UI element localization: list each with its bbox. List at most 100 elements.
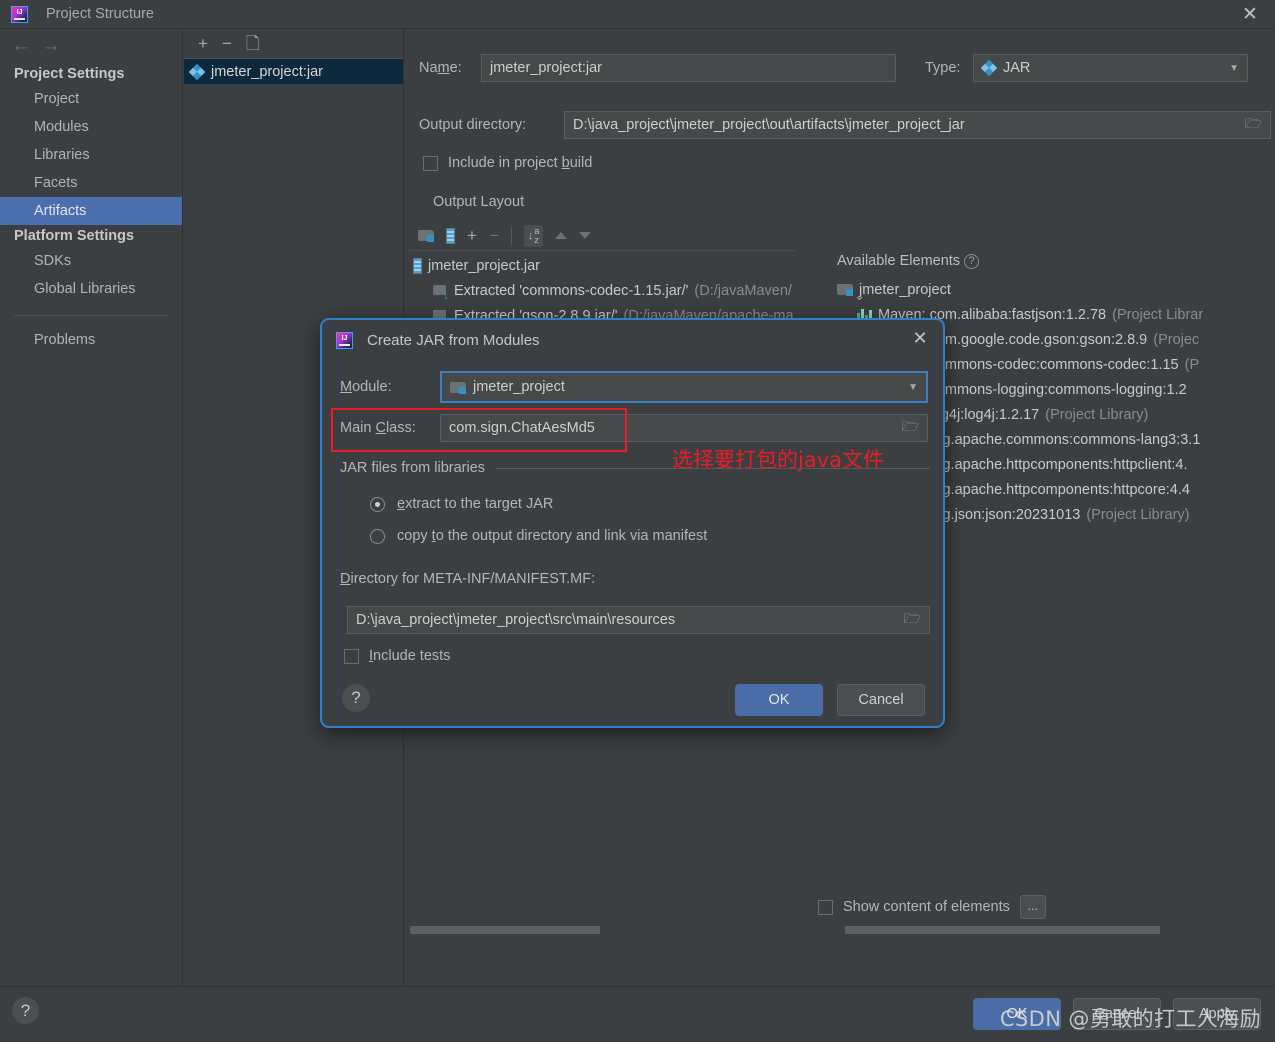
module-folder-icon xyxy=(837,283,853,296)
list-item-label: jmeter_project xyxy=(859,281,951,298)
archive-icon[interactable] xyxy=(446,227,455,244)
sidebar-item-sdks[interactable]: SDKs xyxy=(0,247,182,275)
radio-copy-label: copy to the output directory and link vi… xyxy=(397,528,708,544)
type-dropdown[interactable]: JAR ▼ xyxy=(973,54,1248,82)
dialog-cancel-button[interactable]: Cancel xyxy=(837,684,925,716)
dialog-buttons: OK Cancel xyxy=(735,684,925,716)
jar-files-group-label: JAR files from libraries xyxy=(340,460,486,476)
add-artifact-button[interactable]: + xyxy=(198,35,208,52)
module-row: Module: jmeter_project ▼ xyxy=(340,371,928,403)
main-class-value: com.sign.ChatAesMd5 xyxy=(449,420,595,436)
arrow-left-icon[interactable]: ← xyxy=(6,33,36,59)
sidebar-group-platform-settings: Platform Settings xyxy=(14,228,135,244)
show-content-checkbox[interactable] xyxy=(818,899,833,915)
dialog-title: Create JAR from Modules xyxy=(367,331,540,349)
list-item[interactable]: jmeter_project:jar xyxy=(184,59,403,84)
output-layout-tree: jmeter_project.jar Extracted 'commons-co… xyxy=(413,253,813,328)
sidebar-nav-arrows: ← → xyxy=(0,29,182,63)
sidebar-item-facets[interactable]: Facets xyxy=(0,169,182,197)
group-divider xyxy=(495,467,930,469)
sidebar-item-problems[interactable]: Problems xyxy=(0,326,182,354)
close-icon[interactable]: ✕ xyxy=(1239,4,1261,26)
intellij-idea-logo-icon xyxy=(11,5,28,23)
output-layout-label: Output Layout xyxy=(433,194,525,210)
manifest-directory-input[interactable]: D:\java_project\jmeter_project\src\main\… xyxy=(347,606,930,634)
available-elements-header: Available Elements ? xyxy=(837,253,980,269)
type-label: Type: xyxy=(925,60,961,76)
artifacts-toolbar: + − 🗋 xyxy=(184,29,403,59)
include-in-build-label: Include in project build xyxy=(448,155,593,171)
triangle-down-icon xyxy=(579,232,592,239)
include-tests-checkbox[interactable] xyxy=(344,648,359,664)
more-options-button[interactable]: ... xyxy=(1019,895,1046,919)
create-jar-from-modules-dialog: Create JAR from Modules ✕ Module: jmeter… xyxy=(320,318,945,728)
main-class-input[interactable]: com.sign.ChatAesMd5 🗁 xyxy=(440,414,928,442)
radio-extract-to-target-jar[interactable] xyxy=(370,496,385,512)
help-circle-icon[interactable]: ? xyxy=(342,684,370,712)
output-layout-hscrollbar[interactable] xyxy=(410,926,600,934)
jar-artifact-icon xyxy=(980,59,998,77)
arrow-right-icon[interactable]: → xyxy=(36,33,66,59)
sort-az-icon[interactable]: ↓ a z xyxy=(523,224,544,247)
cancel-button[interactable]: Cancel xyxy=(1073,998,1161,1030)
list-item-note: (P xyxy=(1184,356,1200,373)
dialog-titlebar: Create JAR from Modules ✕ xyxy=(322,320,943,360)
sidebar-item-artifacts[interactable]: Artifacts xyxy=(0,197,182,225)
help-circle-icon[interactable]: ? xyxy=(964,253,980,269)
chevron-down-icon: ▼ xyxy=(908,381,918,393)
ok-button[interactable]: OK xyxy=(973,998,1061,1030)
name-input[interactable]: jmeter_project:jar xyxy=(481,54,896,82)
copy-icon[interactable]: 🗋 xyxy=(246,35,260,52)
close-icon[interactable]: ✕ xyxy=(909,328,931,350)
type-value: JAR xyxy=(1003,60,1031,76)
remove-artifact-button[interactable]: − xyxy=(222,35,232,52)
folder-icon[interactable]: 🗁 xyxy=(1245,113,1262,137)
output-layout-toolbar: + − ↓ a z xyxy=(410,221,795,251)
list-item-note: (Project Library) xyxy=(1086,506,1190,523)
sidebar-item-project[interactable]: Project xyxy=(0,85,182,113)
jar-artifact-icon xyxy=(188,63,206,80)
tree-row[interactable]: Extracted 'commons-codec-1.15.jar/' (D:/… xyxy=(413,278,813,303)
include-tests-row[interactable]: Include tests xyxy=(344,648,450,664)
list-item-note: (Project Library) xyxy=(1045,406,1149,423)
include-in-build-row[interactable]: Include in project build xyxy=(423,155,592,171)
window-titlebar: Project Structure ✕ xyxy=(0,0,1275,29)
available-elements-label: Available Elements xyxy=(837,253,961,269)
folder-icon[interactable]: 🗁 xyxy=(902,416,919,440)
sidebar-item-libraries[interactable]: Libraries xyxy=(0,141,182,169)
help-circle-icon[interactable]: ? xyxy=(12,997,39,1024)
manifest-directory-value: D:\java_project\jmeter_project\src\main\… xyxy=(356,612,676,628)
tree-row-label: Extracted 'commons-codec-1.15.jar/' xyxy=(454,282,689,299)
sidebar-item-global-libraries[interactable]: Global Libraries xyxy=(0,275,182,303)
list-item-note: (Projec xyxy=(1153,331,1200,348)
radio-copy-row[interactable]: copy to the output directory and link vi… xyxy=(370,528,707,544)
footer-buttons: OK Cancel Apply xyxy=(973,998,1261,1030)
tree-row[interactable]: jmeter_project.jar xyxy=(413,253,813,278)
new-folder-icon[interactable] xyxy=(418,229,434,242)
type-row: Type: JAR ▼ xyxy=(925,54,1248,82)
output-directory-input[interactable]: D:\java_project\jmeter_project\out\artif… xyxy=(564,111,1271,139)
module-dropdown[interactable]: jmeter_project ▼ xyxy=(440,371,928,403)
sidebar-group-project-settings: Project Settings xyxy=(14,66,125,82)
dialog-ok-button[interactable]: OK xyxy=(735,684,823,716)
output-layout-footer: Show content of elements ... xyxy=(810,884,1275,930)
module-folder-icon xyxy=(450,381,466,394)
list-item[interactable]: jmeter_project xyxy=(837,277,1275,302)
module-value: jmeter_project xyxy=(473,379,565,395)
manifest-directory-label: Directory for META-INF/MANIFEST.MF: xyxy=(340,571,596,587)
include-in-build-checkbox[interactable] xyxy=(423,155,438,171)
folder-icon[interactable]: 🗁 xyxy=(904,608,921,632)
radio-copy-to-output-directory[interactable] xyxy=(370,528,385,544)
plus-dropdown-icon[interactable]: + xyxy=(467,227,477,244)
module-label: Module: xyxy=(340,379,392,395)
radio-extract-row[interactable]: extract to the target JAR xyxy=(370,496,553,512)
tree-row-label: jmeter_project.jar xyxy=(428,257,541,274)
include-tests-label: Include tests xyxy=(369,648,451,664)
artifact-label: jmeter_project:jar xyxy=(211,63,324,80)
apply-button[interactable]: Apply xyxy=(1173,998,1261,1030)
sidebar-item-modules[interactable]: Modules xyxy=(0,113,182,141)
main-class-label: Main Class: xyxy=(340,420,416,436)
window-title: Project Structure xyxy=(46,6,154,22)
intellij-idea-logo-icon xyxy=(336,331,353,349)
show-content-label: Show content of elements xyxy=(843,899,1010,915)
